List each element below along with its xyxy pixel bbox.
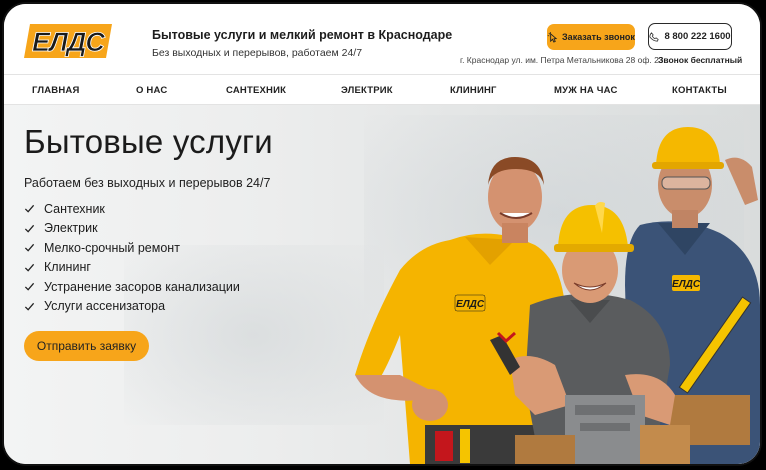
service-label: Клининг [44, 260, 91, 275]
page-frame: ЕЛДС Бытовые услуги и мелкий ремонт в Кр… [4, 4, 760, 464]
hero-title: Бытовые услуги [24, 123, 273, 160]
nav-item-about[interactable]: О НАС [136, 85, 167, 96]
office-address: г. Краснодар ул. им. Петра Метальникова … [460, 55, 664, 65]
submit-request-button[interactable]: Отправить заявку [24, 331, 149, 361]
checkmark-icon [24, 224, 35, 233]
services-list: Сантехник Электрик Мелко-срочный ремонт … [24, 199, 240, 316]
checkmark-icon [24, 244, 35, 252]
checkmark-icon [24, 302, 35, 311]
checkmark-icon [24, 205, 35, 213]
main-nav: ГЛАВНАЯ О НАС САНТЕХНИК ЭЛЕКТРИК КЛИНИНГ… [4, 74, 760, 105]
nav-item-cleaning[interactable]: КЛИНИНГ [450, 85, 497, 96]
svg-text:ЕЛДС: ЕЛДС [672, 279, 701, 290]
order-callback-button[interactable]: Заказать звонок [547, 24, 635, 50]
list-item: Клининг [24, 258, 240, 278]
phone-button[interactable]: 8 800 222 1600 [648, 23, 732, 50]
service-label: Устранение засоров канализации [44, 279, 240, 294]
checkmark-icon [24, 283, 35, 291]
company-logo[interactable]: ЕЛДС [24, 22, 112, 60]
cursor-click-icon [547, 31, 558, 43]
list-item: Услуги ассенизатора [24, 297, 240, 317]
phone-number: 8 800 222 1600 [664, 31, 731, 42]
service-label: Сантехник [44, 201, 105, 216]
service-label: Мелко-срочный ремонт [44, 240, 180, 255]
header-title: Бытовые услуги и мелкий ремонт в Краснод… [152, 28, 453, 42]
list-item: Мелко-срочный ремонт [24, 238, 240, 258]
hero-section: Бытовые услуги Работаем без выходных и п… [4, 105, 760, 464]
nav-item-home[interactable]: ГЛАВНАЯ [32, 85, 80, 96]
svg-text:ЕЛДС: ЕЛДС [32, 27, 105, 57]
nav-item-plumber[interactable]: САНТЕХНИК [226, 85, 286, 96]
free-call-note: Звонок бесплатный [658, 55, 743, 65]
list-item: Электрик [24, 219, 240, 239]
list-item: Сантехник [24, 199, 240, 219]
phone-icon [649, 31, 660, 42]
nav-item-handyman[interactable]: МУЖ НА ЧАС [554, 85, 618, 96]
nav-item-contacts[interactable]: КОНТАКТЫ [672, 85, 727, 96]
site-header: ЕЛДС Бытовые услуги и мелкий ремонт в Кр… [4, 4, 760, 74]
list-item: Устранение засоров канализации [24, 277, 240, 297]
header-subtitle: Без выходных и перерывов, работаем 24/7 [152, 47, 363, 59]
service-label: Электрик [44, 221, 98, 236]
service-label: Услуги ассенизатора [44, 299, 166, 314]
nav-item-electrician[interactable]: ЭЛЕКТРИК [341, 85, 393, 96]
order-callback-label: Заказать звонок [562, 32, 635, 42]
workers-illustration: ЕЛДС ЕЛДС [355, 127, 760, 464]
hero-subtitle: Работаем без выходных и перерывов 24/7 [24, 176, 271, 190]
svg-text:ЕЛДС: ЕЛДС [456, 299, 485, 310]
checkmark-icon [24, 263, 35, 272]
